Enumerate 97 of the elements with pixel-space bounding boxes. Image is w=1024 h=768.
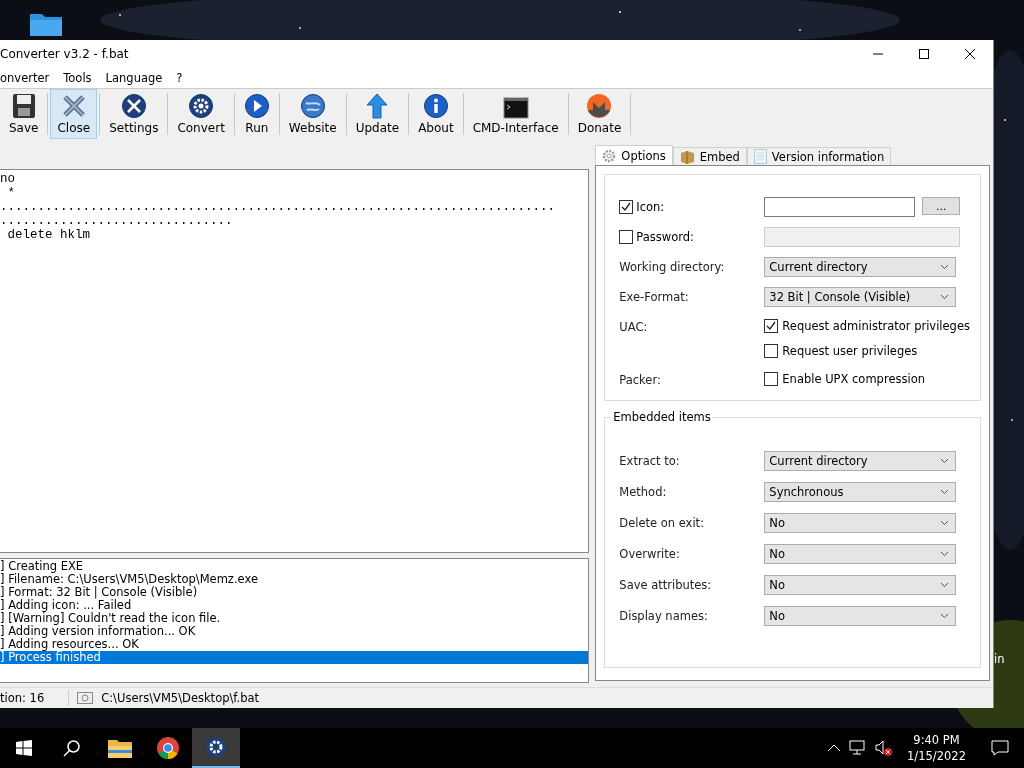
option-label: Display names:: [619, 608, 709, 625]
option-label: Icon:: [636, 200, 665, 214]
option-label: Exe-Format:: [619, 289, 690, 306]
toolbar-button[interactable]: Update: [348, 89, 407, 139]
dropdown[interactable]: No: [764, 606, 957, 626]
play-icon: [243, 93, 270, 119]
menu-item[interactable]: Language: [98, 71, 170, 85]
tab[interactable]: Version information: [746, 147, 892, 165]
log-entry[interactable]: ] Filename: C:\Users\VM5\Desktop\Memz.exe: [0, 573, 589, 586]
windows-logo-icon: [16, 740, 32, 756]
checkbox[interactable]: [764, 344, 779, 358]
dropdown[interactable]: Synchronous: [764, 482, 957, 502]
tab[interactable]: Embed: [672, 147, 747, 165]
option-label: Extract to:: [619, 453, 681, 470]
code-line: ...............................: [0, 214, 234, 228]
menu-item[interactable]: Tools: [56, 71, 99, 85]
info-icon: [422, 93, 449, 119]
log-list[interactable]: [0, 558, 590, 683]
menu-item[interactable]: ?: [169, 71, 190, 85]
log-entry[interactable]: ] Format: 32 Bit | Console (Visible): [0, 586, 589, 599]
dropdown[interactable]: No: [764, 513, 957, 533]
chevron-down-icon: [940, 294, 950, 300]
maximize-icon: [919, 49, 929, 59]
toolbar-button[interactable]: Save: [2, 89, 46, 139]
group-title: Embedded items: [611, 410, 713, 424]
globe-icon: [299, 93, 326, 119]
toolbar-button[interactable]: CMD-Interface: [465, 89, 566, 139]
box-icon: [679, 149, 695, 164]
option-label: Working directory:: [619, 259, 726, 276]
chevron-down-icon: [940, 520, 950, 526]
log-entry[interactable]: ] [Warning] Couldn't read the icon file.: [0, 612, 589, 625]
menu-item[interactable]: onverter: [0, 71, 57, 85]
window-title: Converter v3.2 - f.bat: [0, 47, 130, 61]
network-icon[interactable]: [849, 740, 868, 756]
option-label: UAC:: [619, 319, 649, 336]
file-icon: [77, 692, 94, 704]
code-editor[interactable]: no * .......................................................................... ............................... delete hklm: [0, 169, 590, 553]
log-entry[interactable]: ] Creating EXE: [0, 560, 589, 573]
up-arrow-icon: [366, 93, 389, 119]
toolbar-button[interactable]: Donate: [570, 89, 629, 139]
log-entry[interactable]: ] Adding icon: ... Failed: [0, 599, 589, 612]
checkbox-label[interactable]: Icon:: [619, 197, 765, 217]
checkbox-label[interactable]: Request user privileges: [782, 344, 918, 358]
toolbar-button[interactable]: Close: [50, 89, 98, 139]
chevron-down-icon: [940, 582, 950, 588]
browse-button[interactable]: ...: [922, 197, 961, 215]
terminal-icon: [502, 97, 529, 119]
gear-taskbar-icon[interactable]: [192, 728, 240, 768]
option-label: Delete on exit:: [619, 515, 705, 532]
checkbox[interactable]: [764, 319, 779, 333]
checkbox-label[interactable]: Enable UPX compression: [782, 372, 925, 386]
log-entry[interactable]: ] Adding resources... OK: [0, 638, 589, 651]
close-icon: [965, 49, 975, 59]
speaker-muted-icon[interactable]: [875, 740, 894, 756]
code-line: *: [6, 186, 16, 200]
option-label: Method:: [619, 484, 668, 501]
desktop-icon-label: in: [994, 652, 1005, 666]
code-line: no: [0, 172, 16, 186]
code-line: ..........................................................................: [0, 200, 557, 214]
toolbar-button[interactable]: Website: [281, 89, 344, 139]
coin-icon: [586, 93, 613, 119]
checkbox-label[interactable]: Request administrator privileges: [782, 319, 970, 333]
option-label: Password:: [636, 230, 694, 244]
checkbox[interactable]: [619, 200, 634, 214]
dropdown[interactable]: No: [764, 575, 957, 595]
chevron-up-icon[interactable]: [827, 744, 842, 752]
option-label: Packer:: [619, 372, 662, 389]
speech-bubble-icon: [991, 740, 1009, 756]
search-icon: [63, 739, 81, 757]
chevron-down-icon: [940, 613, 950, 619]
file-path: C:\Users\VM5\Desktop\f.bat: [101, 691, 260, 705]
toolbar-button[interactable]: Settings: [102, 89, 166, 139]
dropdown[interactable]: Current directory: [764, 451, 957, 471]
option-label: Save attributes:: [619, 577, 713, 594]
dropdown[interactable]: 32 Bit | Console (Visible): [764, 287, 957, 307]
option-label: Overwrite:: [619, 546, 681, 563]
chevron-down-icon: [940, 264, 950, 270]
dropdown[interactable]: Current directory: [764, 257, 957, 277]
chevron-down-icon: [940, 489, 950, 495]
status-text: tion: 16: [0, 691, 45, 705]
clock[interactable]: 9:40 PM 1/15/2022: [897, 732, 976, 764]
document-icon: [753, 149, 767, 164]
log-entry[interactable]: ] Adding version information... OK: [0, 625, 589, 638]
input-field[interactable]: [764, 197, 916, 217]
close-icon: [60, 93, 87, 119]
gear-icon: [602, 148, 617, 163]
gear-icon: [188, 93, 215, 119]
dropdown[interactable]: No: [764, 544, 957, 564]
checkbox[interactable]: [764, 372, 779, 386]
toolbar-button[interactable]: Convert: [170, 89, 232, 139]
toolbar-button[interactable]: Run: [236, 89, 277, 139]
chevron-down-icon: [940, 458, 950, 464]
chevron-down-icon: [940, 551, 950, 557]
toolbar-button[interactable]: About: [411, 89, 461, 139]
tab[interactable]: Options: [595, 145, 673, 165]
code-line: delete hklm: [6, 228, 91, 242]
log-entry[interactable]: ] Process finished: [0, 651, 589, 664]
